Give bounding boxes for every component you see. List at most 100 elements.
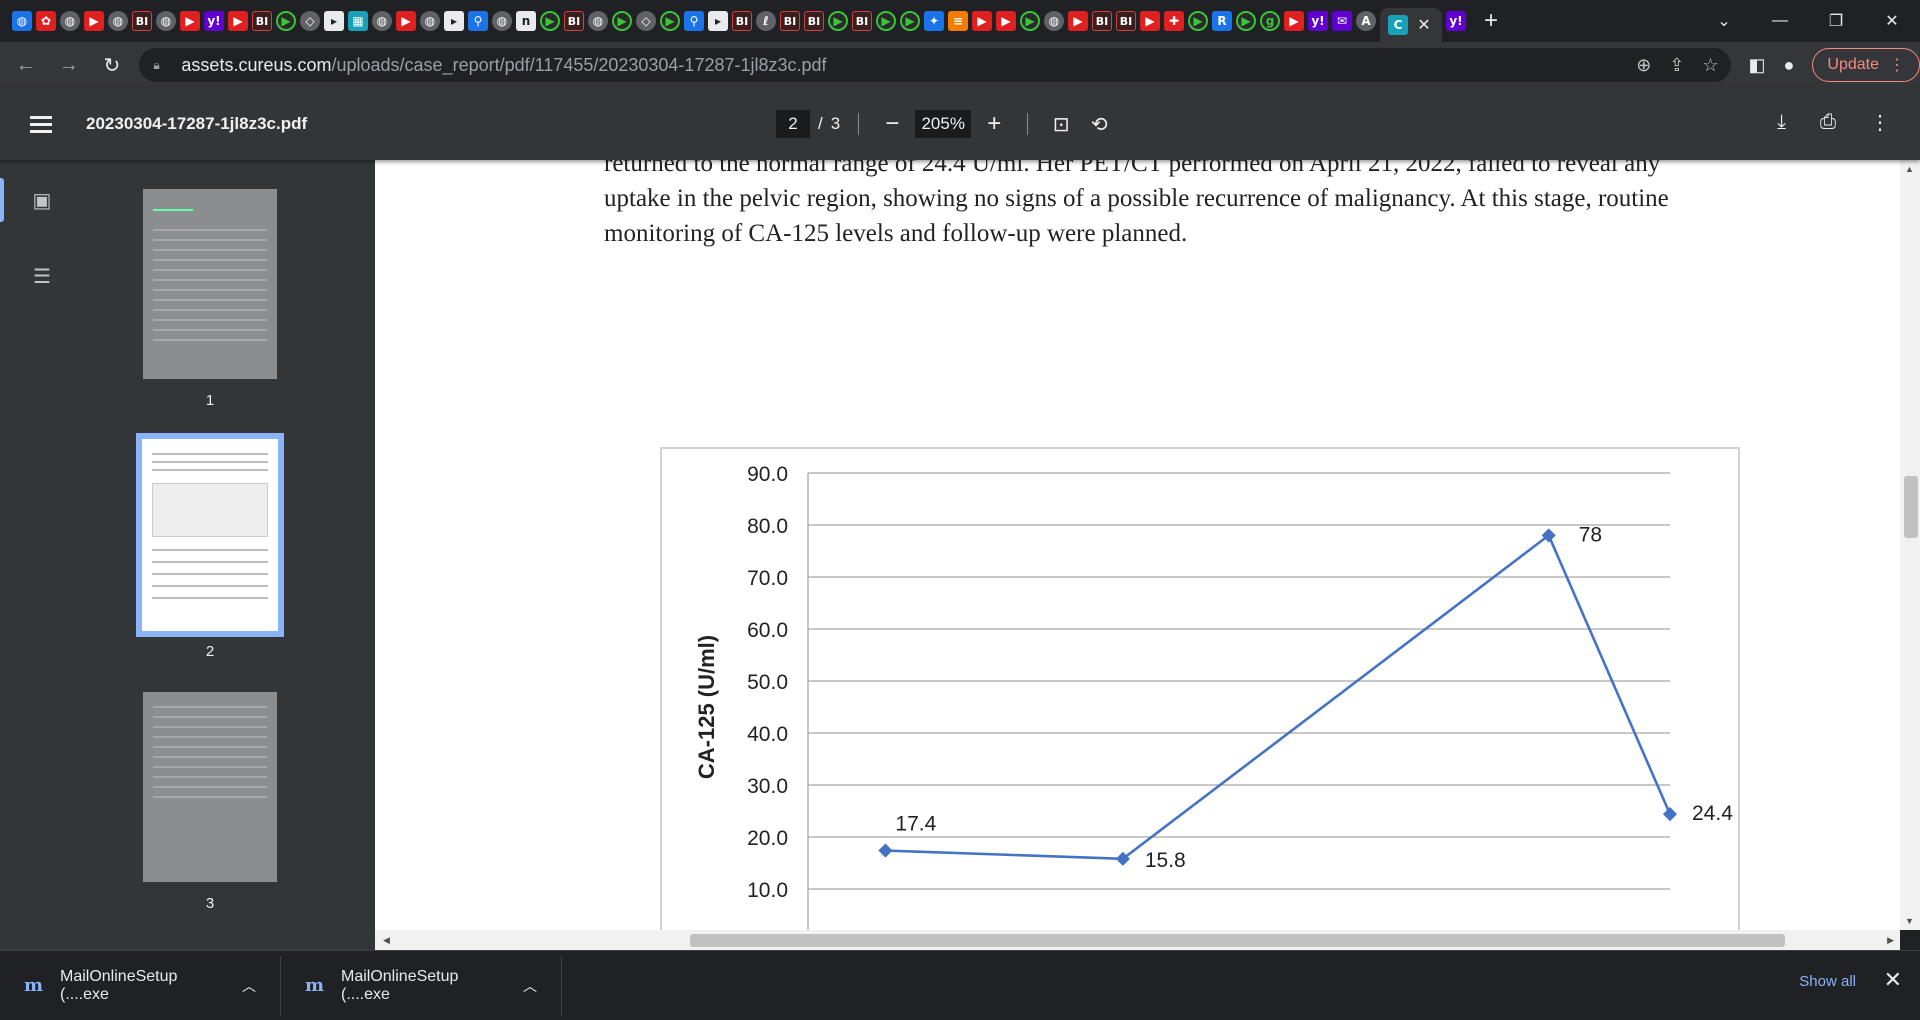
search-icon[interactable]: ⚲ [468, 11, 488, 31]
search-icon[interactable]: ⚲ [684, 11, 704, 31]
play-icon[interactable]: ▶ [900, 11, 920, 31]
app-icon[interactable]: ✚ [1164, 11, 1184, 31]
page-icon[interactable]: ▸ [324, 11, 344, 31]
download-item[interactable]: m MailOnlineSetup (....exe ︿ [0, 955, 281, 1016]
bi-icon[interactable]: BI [1092, 11, 1112, 31]
share-icon[interactable]: ⇪ [1669, 55, 1684, 76]
rotate-icon[interactable]: ⟲ [1084, 112, 1114, 137]
reload-icon[interactable]: ↻ [94, 47, 129, 83]
new-tab-button[interactable]: + [1484, 7, 1498, 35]
scroll-down-icon[interactable]: ▼ [1905, 916, 1914, 926]
youtube-icon[interactable]: ▶ [396, 11, 416, 31]
scroll-right-icon[interactable]: ▶ [1887, 935, 1894, 946]
show-all-link[interactable]: Show all [1799, 973, 1856, 990]
page-number-input[interactable]: 2 [776, 110, 810, 138]
globe-icon[interactable]: ◍ [420, 11, 440, 31]
horizontal-scrollbar[interactable]: ◀ ▶ [375, 930, 1900, 950]
tab-search-icon[interactable]: ⌄ [1696, 11, 1752, 31]
globe-icon[interactable]: ◍ [12, 11, 32, 31]
scroll-left-icon[interactable]: ◀ [383, 935, 390, 946]
scroll-up-icon[interactable]: ▲ [1905, 164, 1914, 174]
download-icon[interactable]: ⤓ [1777, 111, 1786, 134]
shield-icon[interactable]: ◇ [300, 11, 320, 31]
app-icon[interactable]: R [1212, 11, 1232, 31]
outline-tab-icon[interactable]: ☰ [0, 250, 84, 302]
restore-icon[interactable]: ❐ [1808, 11, 1864, 31]
lock-icon[interactable]: 🔒︎ [153, 58, 167, 72]
minimize-icon[interactable]: — [1752, 12, 1808, 30]
map-icon[interactable]: ▦ [348, 11, 368, 31]
more-actions-icon[interactable]: ⋮ [1870, 110, 1890, 135]
play-icon[interactable]: ▶ [1020, 11, 1040, 31]
bi-icon[interactable]: BI [852, 11, 872, 31]
globe-icon[interactable]: ◍ [588, 11, 608, 31]
side-panel-icon[interactable]: ◧ [1749, 55, 1766, 76]
bi-icon[interactable]: BI [732, 11, 752, 31]
bookmark-star-icon[interactable]: ☆ [1702, 55, 1718, 76]
close-window-icon[interactable]: ✕ [1864, 11, 1920, 31]
globe-icon[interactable]: ◍ [492, 11, 512, 31]
play-icon[interactable]: ▶ [612, 11, 632, 31]
play-icon[interactable]: ▶ [276, 11, 296, 31]
app-icon[interactable]: g [1260, 11, 1280, 31]
horizontal-scroll-thumb[interactable] [690, 934, 1785, 947]
twitter-icon[interactable]: ✦ [924, 11, 944, 31]
zoom-input[interactable]: 205% [915, 110, 972, 138]
page-icon[interactable]: ▸ [444, 11, 464, 31]
globe-icon[interactable]: ◍ [372, 11, 392, 31]
active-tab[interactable]: C ✕ [1380, 8, 1442, 42]
play-icon[interactable]: ▶ [876, 11, 896, 31]
youtube-icon[interactable]: ▶ [1284, 11, 1304, 31]
vertical-scroll-thumb[interactable] [1904, 476, 1918, 538]
zoom-icon[interactable]: ⊕ [1636, 55, 1651, 76]
yahoo-icon[interactable]: y! [1446, 11, 1466, 31]
pdf-viewer[interactable]: returned to the normal range of 24.4 U/m… [375, 160, 1900, 930]
play-icon[interactable]: ▶ [660, 11, 680, 31]
download-item[interactable]: m MailOnlineSetup (....exe ︿ [281, 955, 562, 1016]
print-icon[interactable]: ⎙ [1820, 111, 1836, 134]
chevron-up-icon[interactable]: ︿ [523, 976, 537, 996]
update-button[interactable]: Update ⋮ [1812, 48, 1920, 82]
page-thumbnail-2[interactable] [136, 433, 284, 637]
app-icon[interactable]: ✿ [36, 11, 56, 31]
zoom-out-icon[interactable]: − [877, 110, 907, 138]
bi-icon[interactable]: BI [564, 11, 584, 31]
yahoo-icon[interactable]: y! [204, 11, 224, 31]
globe-icon[interactable]: ◍ [1044, 11, 1064, 31]
notion-icon[interactable]: n [516, 11, 536, 31]
yahoo-icon[interactable]: y! [1308, 11, 1328, 31]
close-tab-icon[interactable]: ✕ [1414, 15, 1434, 35]
thumbnails-tab-icon[interactable]: ▣ [0, 174, 84, 226]
mail-icon[interactable]: ✉ [1332, 11, 1352, 31]
youtube-icon[interactable]: ▶ [180, 11, 200, 31]
play-icon[interactable]: ▶ [1236, 11, 1256, 31]
page-icon[interactable]: ▸ [708, 11, 728, 31]
play-icon[interactable]: ▶ [1188, 11, 1208, 31]
bi-icon[interactable]: BI [1116, 11, 1136, 31]
zoom-in-icon[interactable]: + [979, 110, 1009, 138]
globe-icon[interactable]: ◍ [156, 11, 176, 31]
page-icon[interactable]: ℓ [756, 11, 776, 31]
youtube-icon[interactable]: ▶ [996, 11, 1016, 31]
back-icon[interactable]: ← [8, 47, 43, 83]
youtube-icon[interactable]: ▶ [972, 11, 992, 31]
shield-icon[interactable]: ◇ [636, 11, 656, 31]
youtube-icon[interactable]: ▶ [1068, 11, 1088, 31]
play-icon[interactable]: ▶ [540, 11, 560, 31]
address-bar[interactable]: 🔒︎ assets.cureus.com/uploads/case_report… [139, 48, 1731, 82]
youtube-icon[interactable]: ▶ [84, 11, 104, 31]
chevron-up-icon[interactable]: ︿ [242, 976, 256, 996]
bi-icon[interactable]: BI [132, 11, 152, 31]
globe-icon[interactable]: ◍ [60, 11, 80, 31]
page-thumbnail-3[interactable] [143, 692, 277, 882]
bi-icon[interactable]: BI [780, 11, 800, 31]
close-shelf-icon[interactable]: ✕ [1884, 967, 1902, 993]
profile-icon[interactable]: ● [1784, 55, 1795, 76]
bookmark-icon[interactable]: ≡ [948, 11, 968, 31]
bi-icon[interactable]: BI [252, 11, 272, 31]
bi-icon[interactable]: BI [804, 11, 824, 31]
page-thumbnail-1[interactable] [143, 189, 277, 379]
youtube-icon[interactable]: ▶ [1140, 11, 1160, 31]
youtube-icon[interactable]: ▶ [228, 11, 248, 31]
play-icon[interactable]: ▶ [828, 11, 848, 31]
